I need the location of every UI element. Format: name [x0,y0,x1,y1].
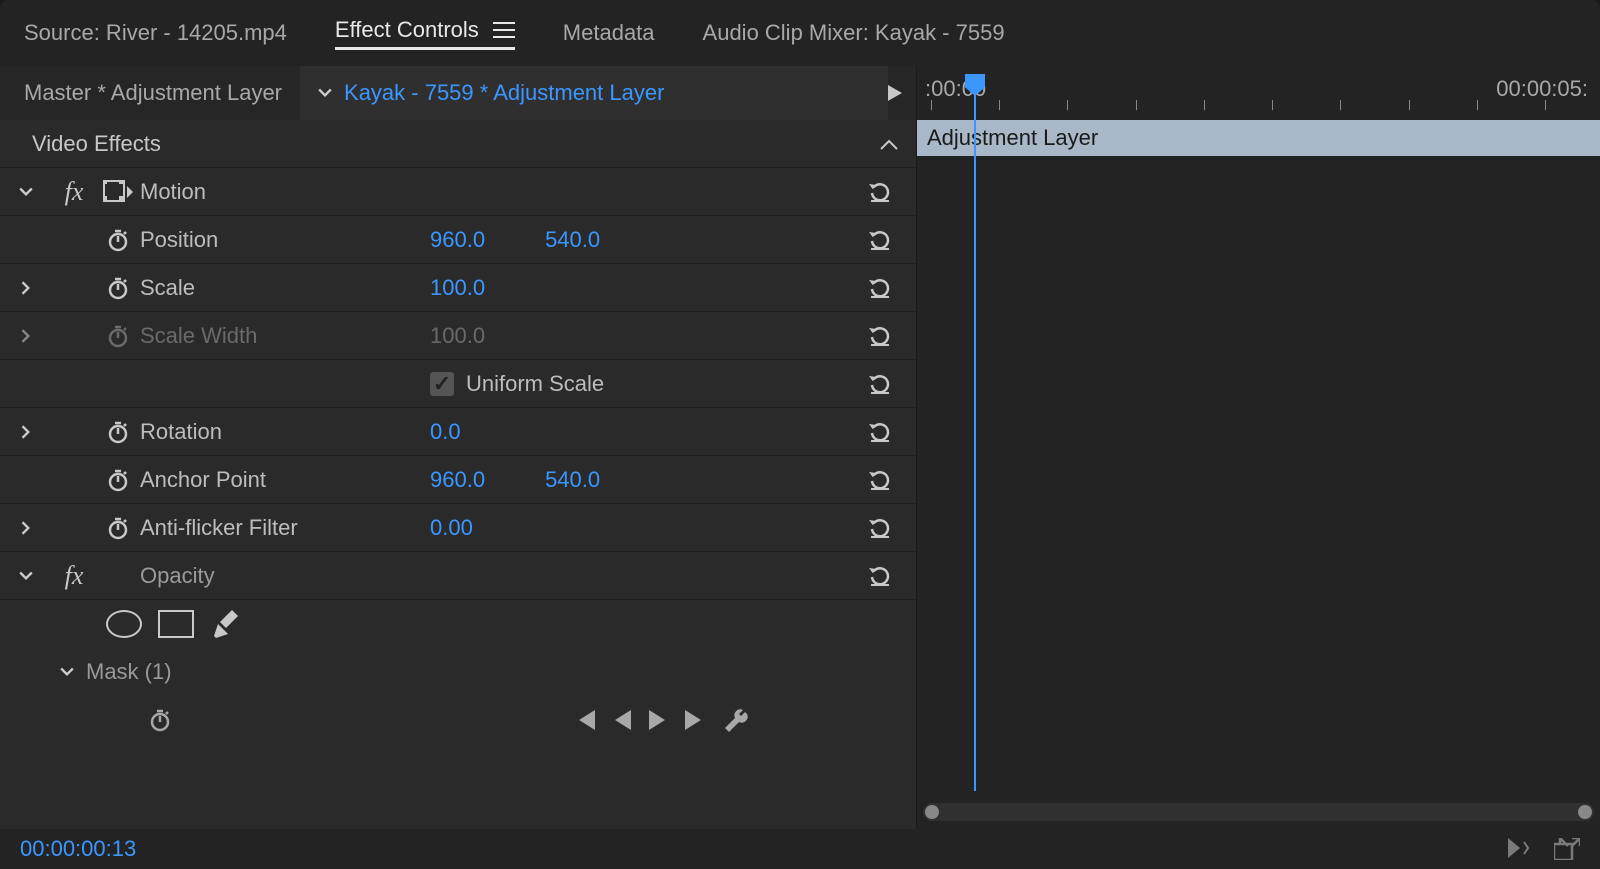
sub-clip-dropdown[interactable]: Kayak - 7559 * Adjustment Layer [300,66,888,120]
prop-uniform-scale: ✓ Uniform Scale [0,360,916,408]
playhead-line [974,94,976,791]
stopwatch-icon[interactable] [96,516,140,540]
effect-motion[interactable]: fx Motion [0,168,916,216]
collapse-up-icon[interactable] [880,138,898,150]
play-icon[interactable] [888,85,902,101]
anchor-x[interactable]: 960.0 [430,467,485,493]
anchor-y[interactable]: 540.0 [545,467,600,493]
mask-label: Mask (1) [74,659,900,685]
effect-label: Motion [140,179,860,205]
mask-tools-row [0,600,916,648]
position-y[interactable]: 540.0 [545,227,600,253]
scroll-handle-left[interactable] [925,805,939,819]
next-keyframe-icon[interactable] [685,710,707,730]
section-title: Video Effects [32,131,161,157]
checkbox-label: Uniform Scale [466,371,604,397]
master-clip-label[interactable]: Master * Adjustment Layer [0,80,300,106]
clip-breadcrumb: Master * Adjustment Layer Kayak - 7559 *… [0,66,916,120]
prop-position: Position 960.0 540.0 [0,216,916,264]
prop-label: Position [140,227,430,253]
anti-flicker-value[interactable]: 0.00 [430,515,473,541]
sub-clip-label: Kayak - 7559 * Adjustment Layer [344,80,664,106]
property-rows: fx Motion Position 960.0 540.0 [0,168,916,829]
timeline-zoom-scrollbar[interactable] [923,803,1594,821]
ellipse-mask-tool[interactable] [106,610,142,638]
position-x[interactable]: 960.0 [430,227,485,253]
prev-frame-icon[interactable] [613,710,631,730]
tab-source[interactable]: Source: River - 14205.mp4 [24,20,287,46]
transform-box-icon[interactable] [96,180,140,204]
prop-anti-flicker: Anti-flicker Filter 0.00 [0,504,916,552]
fx-toggle-icon[interactable]: fx [52,177,96,207]
stopwatch-icon[interactable] [96,420,140,444]
prop-rotation: Rotation 0.0 [0,408,916,456]
prop-anchor-point: Anchor Point 960.0 540.0 [0,456,916,504]
pen-mask-tool[interactable] [210,610,246,638]
stopwatch-icon [96,324,140,348]
panel-tabs: Source: River - 14205.mp4 Effect Control… [0,0,1600,66]
tab-audio-mixer[interactable]: Audio Clip Mixer: Kayak - 7559 [703,20,1005,46]
effect-controls-panel: Source: River - 14205.mp4 Effect Control… [0,0,1600,869]
twirl-right-icon[interactable] [0,521,52,535]
mask-path-row [0,696,916,744]
twirl-right-icon[interactable] [0,281,52,295]
uniform-scale-checkbox[interactable]: ✓ [430,372,454,396]
prop-label: Rotation [140,419,430,445]
twirl-down-icon[interactable] [0,185,52,199]
prop-scale: Scale 100.0 [0,264,916,312]
chevron-down-icon [318,86,332,100]
ruler-ticks [917,100,1600,110]
export-frame-icon[interactable] [1554,838,1580,860]
reset-icon[interactable] [860,515,900,541]
time-ruler[interactable]: :00:00 00:00:05: [917,66,1600,120]
prop-label: Scale Width [140,323,430,349]
reset-icon[interactable] [860,371,900,397]
wrench-icon[interactable] [725,708,749,732]
scroll-handle-right[interactable] [1578,805,1592,819]
prop-label: Scale [140,275,430,301]
scale-width-value: 100.0 [430,323,485,349]
timeline-clip[interactable]: Adjustment Layer [917,120,1600,156]
tab-effect-controls[interactable]: Effect Controls [335,17,515,50]
scale-value[interactable]: 100.0 [430,275,485,301]
current-timecode[interactable]: 00:00:00:13 [20,836,136,862]
reset-icon[interactable] [860,419,900,445]
rectangle-mask-tool[interactable] [158,610,194,638]
prop-scale-width: Scale Width 100.0 [0,312,916,360]
reset-icon[interactable] [860,323,900,349]
fx-toggle-icon[interactable]: fx [52,561,96,591]
tab-metadata[interactable]: Metadata [563,20,655,46]
effect-label: Opacity [140,563,860,589]
panel-footer: 00:00:00:13 [0,829,1600,869]
reset-icon[interactable] [860,179,900,205]
stopwatch-icon[interactable] [96,228,140,252]
prop-label: Anti-flicker Filter [140,515,430,541]
twirl-down-icon[interactable] [0,569,52,583]
tab-label: Effect Controls [335,17,479,43]
stopwatch-icon[interactable] [138,708,182,732]
stopwatch-icon[interactable] [96,276,140,300]
properties-column: Master * Adjustment Layer Kayak - 7559 *… [0,66,916,829]
stopwatch-icon[interactable] [96,468,140,492]
rotation-value[interactable]: 0.0 [430,419,461,445]
reset-icon[interactable] [860,227,900,253]
prev-keyframe-icon[interactable] [573,710,595,730]
twirl-right-icon[interactable] [0,425,52,439]
panel-menu-icon[interactable] [493,22,515,38]
reset-icon[interactable] [860,275,900,301]
video-effects-header[interactable]: Video Effects [0,120,916,168]
twirl-right-icon[interactable] [0,329,52,343]
ruler-end: 00:00:05: [1496,76,1588,102]
timeline-column: :00:00 00:00:05: Adjustment Layer [916,66,1600,829]
prop-label: Anchor Point [140,467,430,493]
mask-1[interactable]: Mask (1) [0,648,916,696]
twirl-down-icon[interactable] [0,665,74,679]
reset-icon[interactable] [860,467,900,493]
reset-icon[interactable] [860,563,900,589]
effect-opacity[interactable]: fx Opacity [0,552,916,600]
play-audio-icon[interactable] [1508,838,1534,860]
next-frame-icon[interactable] [649,710,667,730]
